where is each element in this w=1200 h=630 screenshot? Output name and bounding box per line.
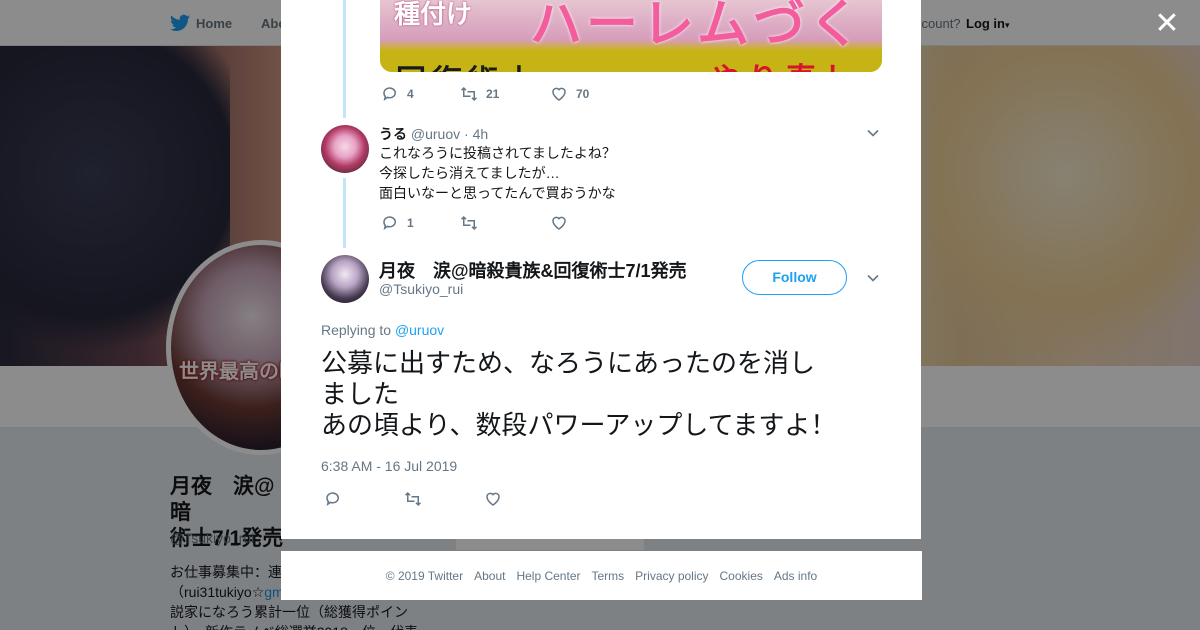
reply-button[interactable]: 4 <box>381 85 460 103</box>
tweet-header: うる @uruov · 4h <box>379 124 488 144</box>
footer-link-privacy[interactable]: Privacy policy <box>635 569 708 583</box>
retweet-icon <box>460 86 478 102</box>
thread-connector-line <box>343 178 346 248</box>
avatar[interactable] <box>321 125 369 173</box>
tweet-actions <box>324 490 502 508</box>
tweet-media-image[interactable]: 種付け ハーレムづく 回復術士 やり直し <box>380 0 882 72</box>
close-icon[interactable]: ✕ <box>1153 9 1181 39</box>
like-button[interactable]: 70 <box>550 85 589 103</box>
retweet-button[interactable]: 21 <box>460 85 550 103</box>
tweet-timestamp[interactable]: 6:38 AM - 16 Jul 2019 <box>321 458 457 474</box>
tweet-time[interactable]: · 4h <box>464 126 488 142</box>
user-handle[interactable]: @Tsukiyo_rui <box>379 281 463 297</box>
tweet-actions: 4 21 70 <box>381 85 589 103</box>
tweet-permalink-modal: 種付け ハーレムづく 回復術士 やり直し 4 21 70 うる @uruov ·… <box>281 0 921 539</box>
user-name[interactable]: うる <box>379 126 407 142</box>
footer: © 2019 Twitter About Help Center Terms P… <box>281 551 922 600</box>
media-text: 回復術士 <box>396 56 540 72</box>
reply-count: 1 <box>407 216 414 230</box>
like-button[interactable] <box>550 214 576 232</box>
retweet-button[interactable] <box>404 490 484 508</box>
footer-link-help-center[interactable]: Help Center <box>516 569 580 583</box>
reply-button[interactable] <box>324 490 404 508</box>
retweet-button[interactable] <box>460 214 550 232</box>
reply-icon <box>326 492 339 507</box>
follow-button[interactable]: Follow <box>742 260 847 295</box>
chevron-down-icon[interactable] <box>866 271 880 285</box>
tweet-text-line: これなろうに投稿されてましたよね？ <box>379 145 616 161</box>
footer-link-terms[interactable]: Terms <box>591 569 624 583</box>
reply-icon <box>383 216 396 231</box>
tweet-text-line: 今探したら消えてましたが… <box>379 165 560 181</box>
avatar[interactable] <box>321 255 369 303</box>
thread-connector-line <box>343 0 346 118</box>
retweet-count: 21 <box>486 87 500 101</box>
user-name[interactable]: 月夜 涙@暗殺貴族&回復術士7/1発売 <box>379 257 687 283</box>
tweet-text: これなろうに投稿されてましたよね？ 今探したら消えてましたが… 面白いなーと思っ… <box>379 143 616 203</box>
reply-button[interactable]: 1 <box>381 214 460 232</box>
tweet-actions: 1 <box>381 214 576 232</box>
replying-to: Replying to @uruov <box>321 322 444 338</box>
footer-link-about[interactable]: About <box>474 569 505 583</box>
media-text: 種付け <box>394 0 473 30</box>
media-text: ハーレムづく <box>530 0 865 55</box>
tweet-text-line: ました <box>321 379 400 409</box>
tweet-text-line: 面白いなーと思ってたんで買おうかな <box>379 185 616 201</box>
footer-link-ads-info[interactable]: Ads info <box>774 569 817 583</box>
heart-icon <box>552 216 566 230</box>
reply-icon <box>383 87 396 102</box>
footer-link-cookies[interactable]: Cookies <box>720 569 763 583</box>
replying-to-link[interactable]: @uruov <box>395 322 444 338</box>
chevron-down-icon[interactable] <box>866 126 880 140</box>
tweet-text: 公募に出すため、なろうにあったのを消し ました あの頃より、数段パワーアップして… <box>321 348 881 441</box>
media-text: やり直し <box>710 54 862 72</box>
retweet-icon <box>460 215 478 231</box>
retweet-icon <box>404 491 422 507</box>
heart-icon <box>552 87 566 101</box>
like-button[interactable] <box>484 490 502 508</box>
tweet-text-line: あの頃より、数段パワーアップしてますよ！ <box>321 410 837 440</box>
tweet-text-line: 公募に出すため、なろうにあったのを消し <box>321 348 816 378</box>
user-handle[interactable]: @uruov <box>411 126 460 142</box>
like-count: 70 <box>576 87 590 101</box>
heart-icon <box>486 492 500 506</box>
replying-prefix: Replying to <box>321 322 395 338</box>
footer-copyright: © 2019 Twitter <box>385 568 464 583</box>
reply-count: 4 <box>407 87 414 101</box>
